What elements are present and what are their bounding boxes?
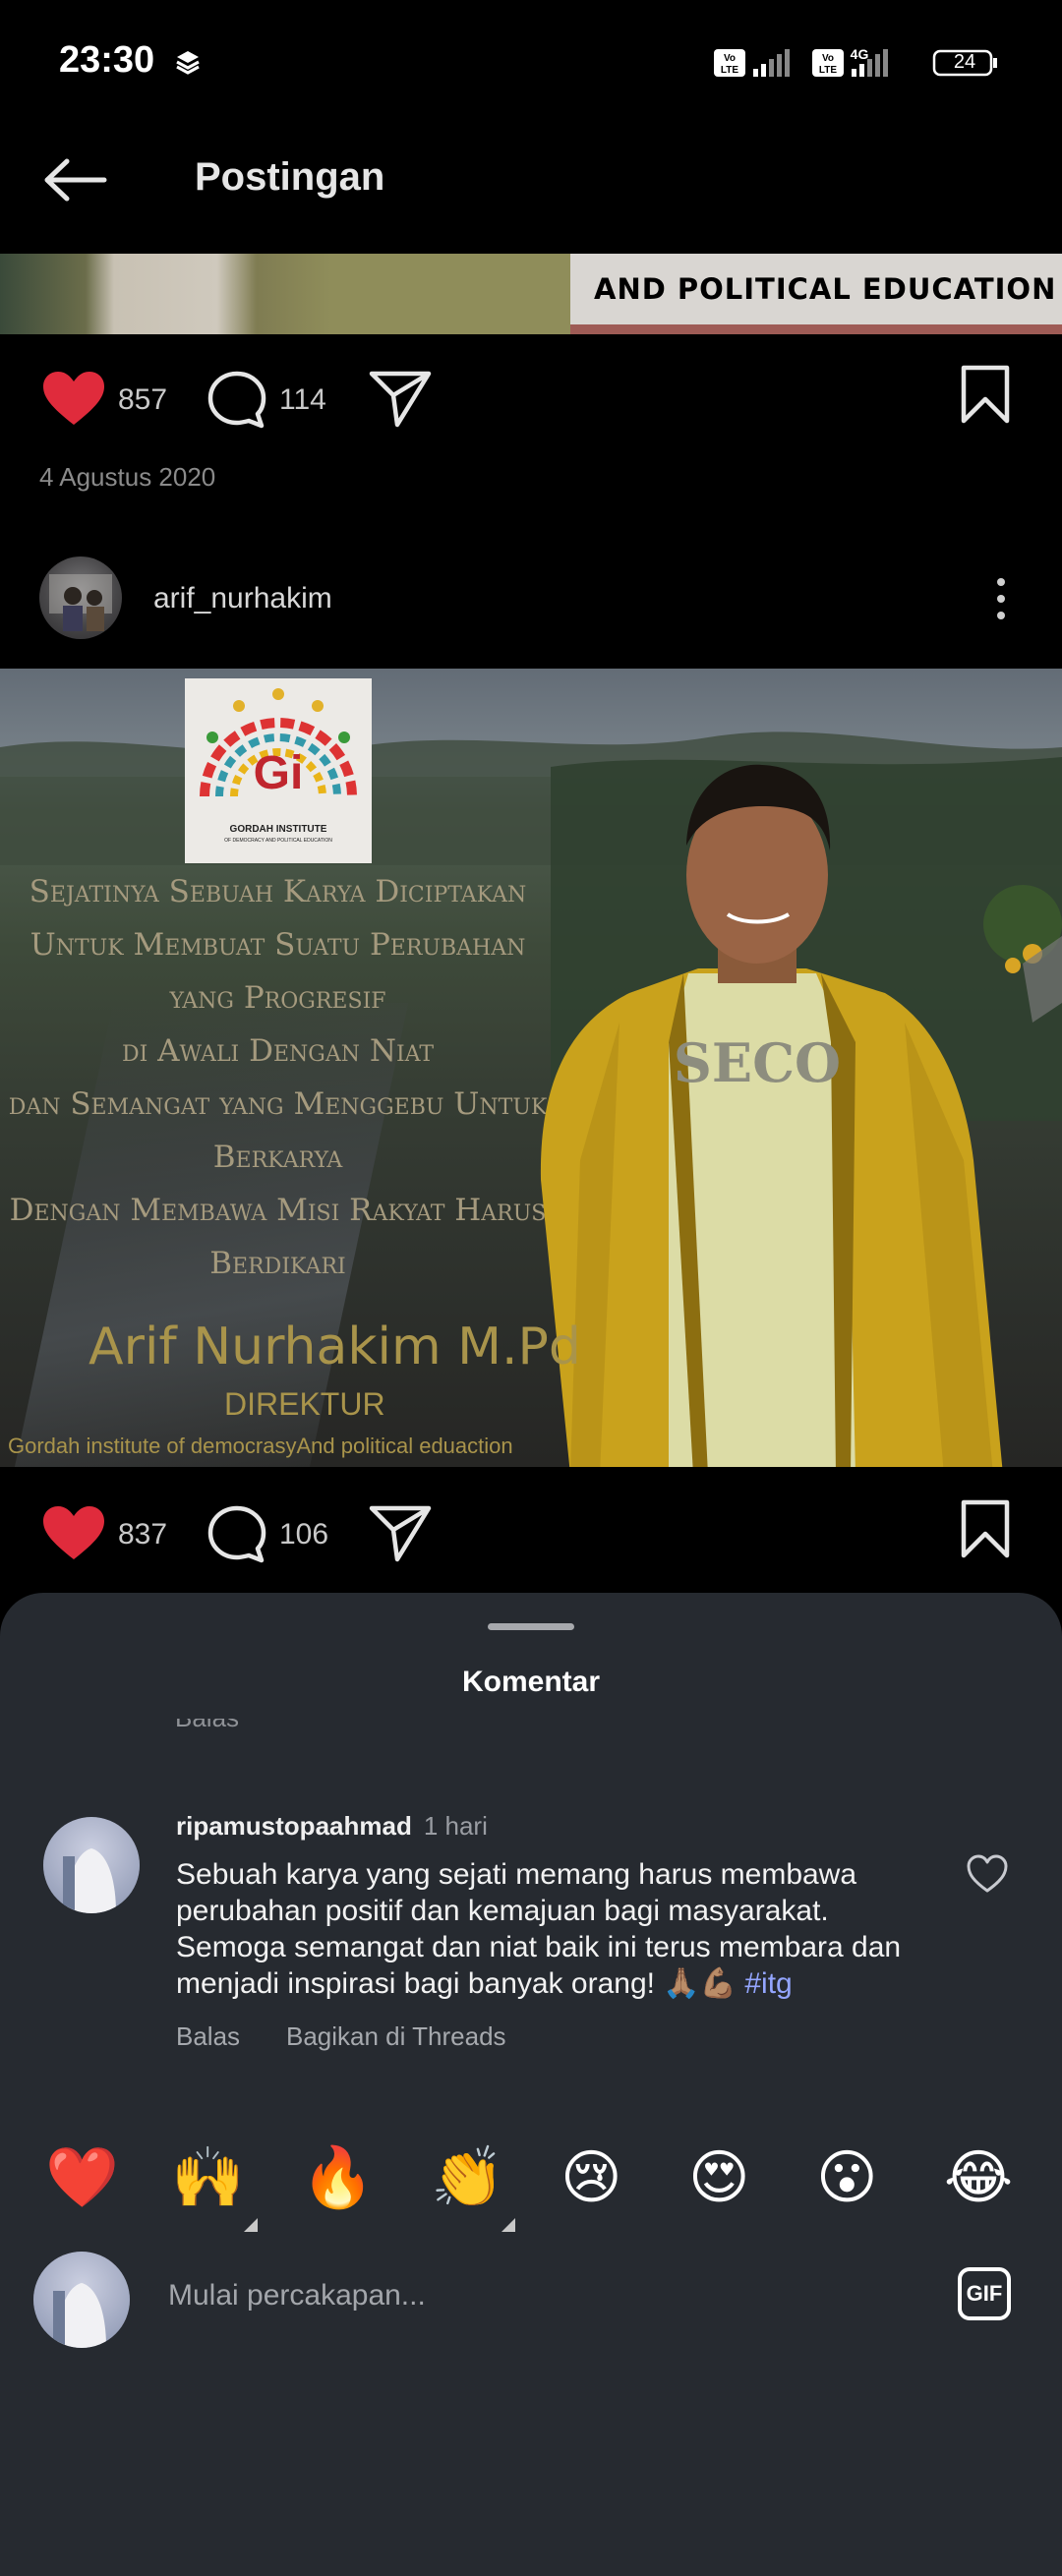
- institute-logo: Gi GORDAH INSTITUTE OF DEMOCRACY AND POL…: [185, 678, 372, 863]
- comment-input-bar: [0, 2238, 1062, 2356]
- comment-icon[interactable]: [206, 370, 267, 429]
- post-author-avatar[interactable]: [39, 556, 122, 639]
- gif-button[interactable]: GIF: [958, 2267, 1011, 2320]
- status-time: 23:30: [59, 39, 155, 81]
- post-photo-fragment: [0, 254, 570, 334]
- heart-filled-icon[interactable]: [41, 1504, 106, 1561]
- comment-reply-button[interactable]: Balas: [176, 2021, 240, 2052]
- share-to-threads-button[interactable]: Bagikan di Threads: [286, 2021, 506, 2052]
- emoji-heart[interactable]: ❤️: [45, 2143, 119, 2212]
- battery-level: 24: [953, 51, 976, 73]
- emoji-heart-eyes[interactable]: 😍: [688, 2143, 750, 2212]
- comment-icon[interactable]: [206, 1504, 267, 1563]
- post-banner-text: AND POLITICAL EDUCATION: [570, 254, 1062, 324]
- skin-tone-indicator-icon: [244, 2218, 258, 2232]
- commenter-avatar-photo: [43, 1817, 140, 1913]
- quote-line: di Awali Dengan Niat: [121, 1033, 435, 1069]
- post-author-username[interactable]: arif_nurhakim: [153, 582, 332, 615]
- page-title: Postingan: [195, 155, 385, 199]
- image-role: DIREKTUR: [224, 1386, 385, 1422]
- comment-like-heart-icon[interactable]: [966, 1854, 1009, 1894]
- commenter-avatar[interactable]: [43, 1817, 140, 1913]
- image-name: Arif Nurhakim M.Pd: [88, 1317, 581, 1376]
- share-send-icon[interactable]: [368, 368, 433, 429]
- bookmark-icon[interactable]: [958, 364, 1013, 425]
- comment-input[interactable]: Mulai percakapan...: [168, 2279, 426, 2313]
- emoji-laughing[interactable]: 😂: [944, 2143, 1013, 2212]
- back-arrow-icon[interactable]: [41, 155, 110, 205]
- svg-text:Vo: Vo: [822, 53, 834, 64]
- logo-text-line2: OF DEMOCRACY AND POLITICAL EDUCATION: [224, 838, 332, 844]
- emoji-fire[interactable]: 🔥: [301, 2143, 375, 2212]
- post-image[interactable]: Gi GORDAH INSTITUTE OF DEMOCRACY AND POL…: [0, 669, 1062, 1467]
- current-user-avatar-photo: [33, 2252, 130, 2348]
- quote-line: Sejatinya Sebuah Karya Diciptakan: [29, 874, 527, 909]
- avatar-photo: [49, 574, 112, 631]
- sheet-drag-handle[interactable]: [488, 1623, 574, 1630]
- svg-text:LTE: LTE: [819, 65, 837, 76]
- post-image-partial[interactable]: AND POLITICAL EDUCATION: [0, 254, 1062, 334]
- more-options-icon[interactable]: [993, 576, 1009, 621]
- current-user-avatar: [33, 2252, 130, 2348]
- comment-text: Sebuah karya yang sejati memang harus me…: [176, 1856, 923, 2002]
- post-date: 4 Agustus 2020: [39, 462, 216, 492]
- comment-count: 106: [279, 1518, 329, 1551]
- comment-username[interactable]: ripamustopaahmad 1 hari: [176, 1811, 488, 1842]
- comment-hashtag[interactable]: #itg: [744, 1967, 792, 2000]
- banner-accent-line: [570, 324, 1062, 334]
- system-nav-bar: [0, 2371, 1062, 2419]
- scrolled-reply-label: Balas: [175, 1719, 239, 1732]
- emoji-crying[interactable]: 😢: [560, 2143, 622, 2212]
- sheet-title: Komentar: [461, 1666, 601, 1698]
- layers-icon: [176, 51, 200, 75]
- skin-tone-indicator-icon: [502, 2218, 515, 2232]
- svg-text:LTE: LTE: [721, 65, 738, 76]
- comment-time: 1 hari: [423, 1811, 488, 1841]
- person-figure: SECO: [540, 764, 1003, 1467]
- like-count: 837: [118, 1518, 168, 1551]
- quote-line: dan Semangat yang Menggebu Untuk Berkary…: [8, 1086, 548, 1175]
- emoji-raising-hands[interactable]: 🙌: [171, 2143, 245, 2212]
- svg-text:Vo: Vo: [724, 53, 736, 64]
- emoji-clapping[interactable]: 👏: [431, 2143, 504, 2212]
- heart-filled-icon[interactable]: [41, 370, 106, 427]
- top-app-bar: [0, 128, 1062, 256]
- comments-bottom-sheet: [0, 1593, 1062, 2576]
- emoji-surprised[interactable]: 😮: [816, 2143, 878, 2212]
- comment-count: 114: [279, 383, 326, 416]
- bookmark-icon[interactable]: [958, 1498, 1013, 1559]
- shirt-print: SECO: [674, 1031, 841, 1094]
- svg-text:Gi: Gi: [254, 747, 304, 799]
- quote-line: Untuk Membuat Suatu Perubahan yang Progr…: [30, 927, 526, 1016]
- logo-text-line1: GORDAH INSTITUTE: [229, 824, 327, 835]
- like-count: 857: [118, 383, 168, 416]
- image-organization: Gordah institute of democrasyAnd politic…: [8, 1434, 513, 1458]
- scrolled-reply-link[interactable]: Balas: [175, 1719, 239, 1734]
- svg-text:4G: 4G: [851, 46, 869, 62]
- image-quote: Sejatinya Sebuah Karya Diciptakan Untuk …: [0, 865, 556, 1290]
- quote-line: Dengan Membawa Misi Rakyat Harus Berdika…: [9, 1193, 547, 1281]
- comment-username-text[interactable]: ripamustopaahmad: [176, 1811, 412, 1841]
- share-send-icon[interactable]: [368, 1502, 433, 1563]
